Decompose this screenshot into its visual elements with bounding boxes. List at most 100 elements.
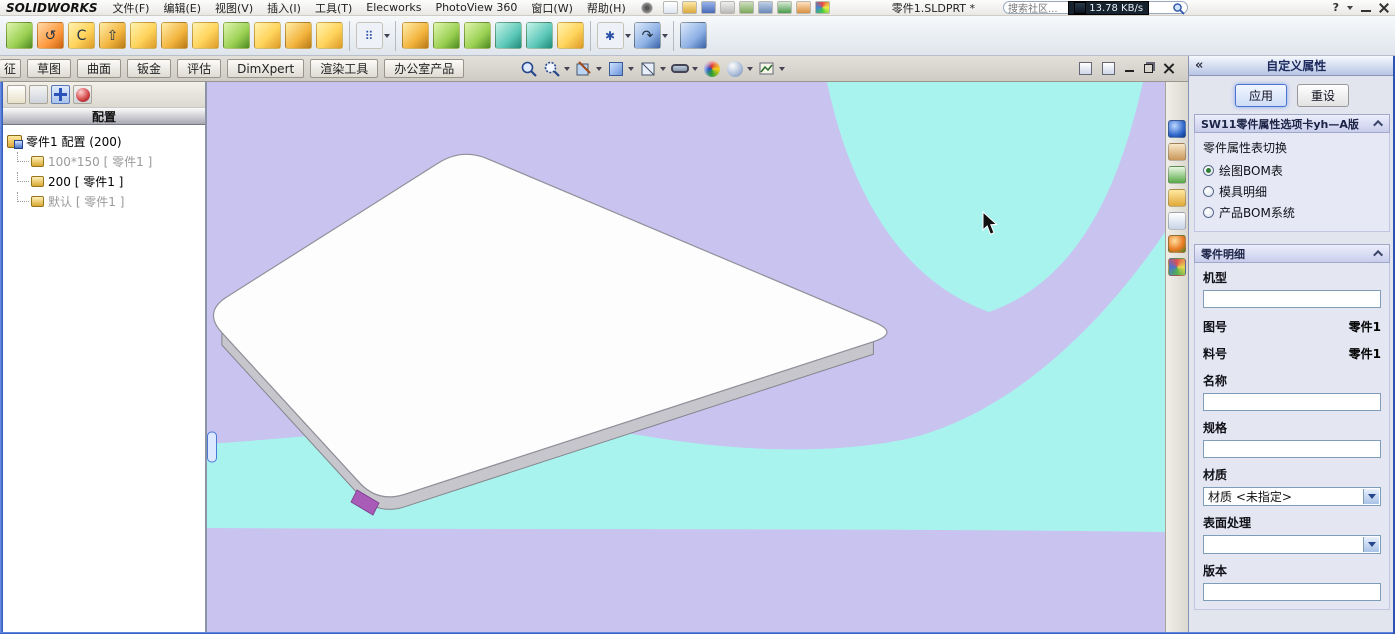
spec-input[interactable]: [1203, 440, 1381, 458]
radio-button-icon[interactable]: [1203, 207, 1214, 218]
help-button[interactable]: ?: [1333, 1, 1339, 14]
menu-window[interactable]: 窗口(W): [524, 0, 579, 16]
view-orientation-icon[interactable]: [606, 59, 626, 79]
smart-dimension-icon[interactable]: ✱: [597, 22, 624, 49]
window-minimize-icon[interactable]: [1361, 4, 1371, 12]
doc-restore-icon[interactable]: [1144, 64, 1153, 73]
search-folder-icon[interactable]: [1168, 189, 1186, 207]
collapse-group-icon[interactable]: [1373, 119, 1384, 130]
appearances-scenes-icon[interactable]: [1168, 235, 1186, 253]
dimension-dropdown-caret-icon[interactable]: [625, 33, 631, 38]
design-library-icon[interactable]: [1168, 143, 1186, 161]
help-menu-caret-icon[interactable]: [1347, 5, 1353, 10]
menu-tools[interactable]: 工具(T): [308, 0, 359, 16]
previous-document-icon[interactable]: [1079, 62, 1092, 75]
tab-dimxpert[interactable]: DimXpert: [227, 59, 305, 78]
swept-tool-icon[interactable]: C: [68, 22, 95, 49]
pattern-dropdown-caret-icon[interactable]: [384, 33, 390, 38]
tab-sketch[interactable]: 草图: [27, 59, 72, 78]
cut-tool-icon[interactable]: [161, 22, 188, 49]
tab-evaluate[interactable]: 评估: [177, 59, 222, 78]
display-style-icon[interactable]: [638, 59, 658, 79]
doc-close-icon[interactable]: [1163, 63, 1174, 74]
doc-minimize-icon[interactable]: [1125, 65, 1134, 72]
collapse-pane-button[interactable]: «: [1195, 58, 1203, 73]
flag-tool-icon[interactable]: [433, 22, 460, 49]
tree-item-config-100x150[interactable]: 100*150 [ 零件1 ]: [7, 151, 205, 171]
graphics-viewport[interactable]: [207, 82, 1165, 634]
shell-tool-icon[interactable]: [254, 22, 281, 49]
print-icon[interactable]: [719, 1, 735, 14]
menu-insert[interactable]: 插入(I): [260, 0, 308, 16]
menu-photoview[interactable]: PhotoView 360: [428, 1, 524, 14]
tab-office-products[interactable]: 办公室产品: [384, 59, 465, 78]
propertymanager-tab-icon[interactable]: [29, 85, 48, 104]
wireframe-tool-icon[interactable]: [680, 22, 707, 49]
draft-tool-icon[interactable]: [316, 22, 343, 49]
radio-button-icon[interactable]: [1203, 165, 1214, 176]
custom-properties-icon[interactable]: [1168, 258, 1186, 276]
save-icon[interactable]: [700, 1, 716, 14]
tree-item-config-default[interactable]: 默认 [ 零件1 ]: [7, 191, 205, 211]
loft-tool-icon[interactable]: ⇧: [99, 22, 126, 49]
dropdown-arrow-icon[interactable]: [1363, 537, 1379, 552]
scene-caret-icon[interactable]: [747, 66, 754, 71]
radio-button-icon[interactable]: [1203, 186, 1214, 197]
tree-item-config-200[interactable]: 200 [ 零件1 ]: [7, 171, 205, 191]
forming-tool-icon[interactable]: [402, 22, 429, 49]
fillet-tool-icon[interactable]: [223, 22, 250, 49]
undo-icon[interactable]: [738, 1, 754, 14]
part-detail-group-header[interactable]: 零件明细: [1194, 244, 1390, 263]
menu-elecworks[interactable]: Elecworks: [359, 1, 428, 14]
view-settings-icon[interactable]: [757, 59, 777, 79]
template-group-header[interactable]: SW11零件属性选项卡yh—A版: [1194, 114, 1390, 133]
chamfer-tool-icon[interactable]: [192, 22, 219, 49]
radio-mold-detail[interactable]: 模具明细: [1203, 181, 1381, 202]
menu-edit[interactable]: 编辑(E): [156, 0, 208, 16]
file-explorer-icon[interactable]: [1168, 166, 1186, 184]
zoom-area-icon[interactable]: [542, 59, 562, 79]
search-icon[interactable]: [1172, 2, 1185, 15]
collapse-group-icon[interactable]: [1373, 249, 1384, 260]
menu-file[interactable]: 文件(F): [106, 0, 157, 16]
hide-show-caret-icon[interactable]: [692, 66, 699, 71]
window-close-icon[interactable]: [1379, 3, 1389, 13]
section-dropdown-caret-icon[interactable]: [596, 66, 603, 71]
new-document-icon[interactable]: [662, 1, 678, 14]
edit-color-icon[interactable]: [814, 1, 830, 14]
save-table-icon[interactable]: [557, 22, 584, 49]
menu-view[interactable]: 视图(V): [208, 0, 260, 16]
name-input[interactable]: [1203, 393, 1381, 411]
rebuild-icon[interactable]: [776, 1, 792, 14]
displaymanager-tab-icon[interactable]: [73, 85, 92, 104]
open-icon[interactable]: [681, 1, 697, 14]
edit-appearance-icon[interactable]: [702, 59, 722, 79]
options-icon[interactable]: [795, 1, 811, 14]
surface-finish-dropdown[interactable]: [1203, 535, 1381, 554]
dropdown-arrow-icon[interactable]: [1363, 489, 1379, 504]
boss-cylinder-icon[interactable]: [526, 22, 553, 49]
material-dropdown[interactable]: 材质 <未指定>: [1203, 487, 1381, 506]
tab-features[interactable]: 征: [0, 59, 22, 78]
spline-tool-icon[interactable]: ↷: [634, 22, 661, 49]
section-view-icon[interactable]: [574, 59, 594, 79]
display-style-caret-icon[interactable]: [660, 66, 667, 71]
view-palette-icon[interactable]: [1168, 212, 1186, 230]
design-table-tool-icon[interactable]: [464, 22, 491, 49]
apply-button[interactable]: 应用: [1234, 84, 1287, 107]
version-input[interactable]: [1203, 583, 1381, 601]
tab-surfaces[interactable]: 曲面: [77, 59, 122, 78]
configurationmanager-tab-icon[interactable]: [51, 85, 70, 104]
rib-tool-icon[interactable]: [285, 22, 312, 49]
machine-type-input[interactable]: [1203, 290, 1381, 308]
redo-icon[interactable]: [757, 1, 773, 14]
zoom-dropdown-caret-icon[interactable]: [564, 66, 571, 71]
next-document-icon[interactable]: [1102, 62, 1115, 75]
tab-sheet-metal[interactable]: 钣金: [127, 59, 172, 78]
zoom-fit-icon[interactable]: [519, 59, 539, 79]
undo-arrow-tool-icon[interactable]: ↺: [37, 22, 64, 49]
boss-tool-icon[interactable]: [130, 22, 157, 49]
sketch-tool-icon[interactable]: [6, 22, 33, 49]
spline-dropdown-caret-icon[interactable]: [662, 33, 668, 38]
orientation-dropdown-caret-icon[interactable]: [628, 66, 635, 71]
